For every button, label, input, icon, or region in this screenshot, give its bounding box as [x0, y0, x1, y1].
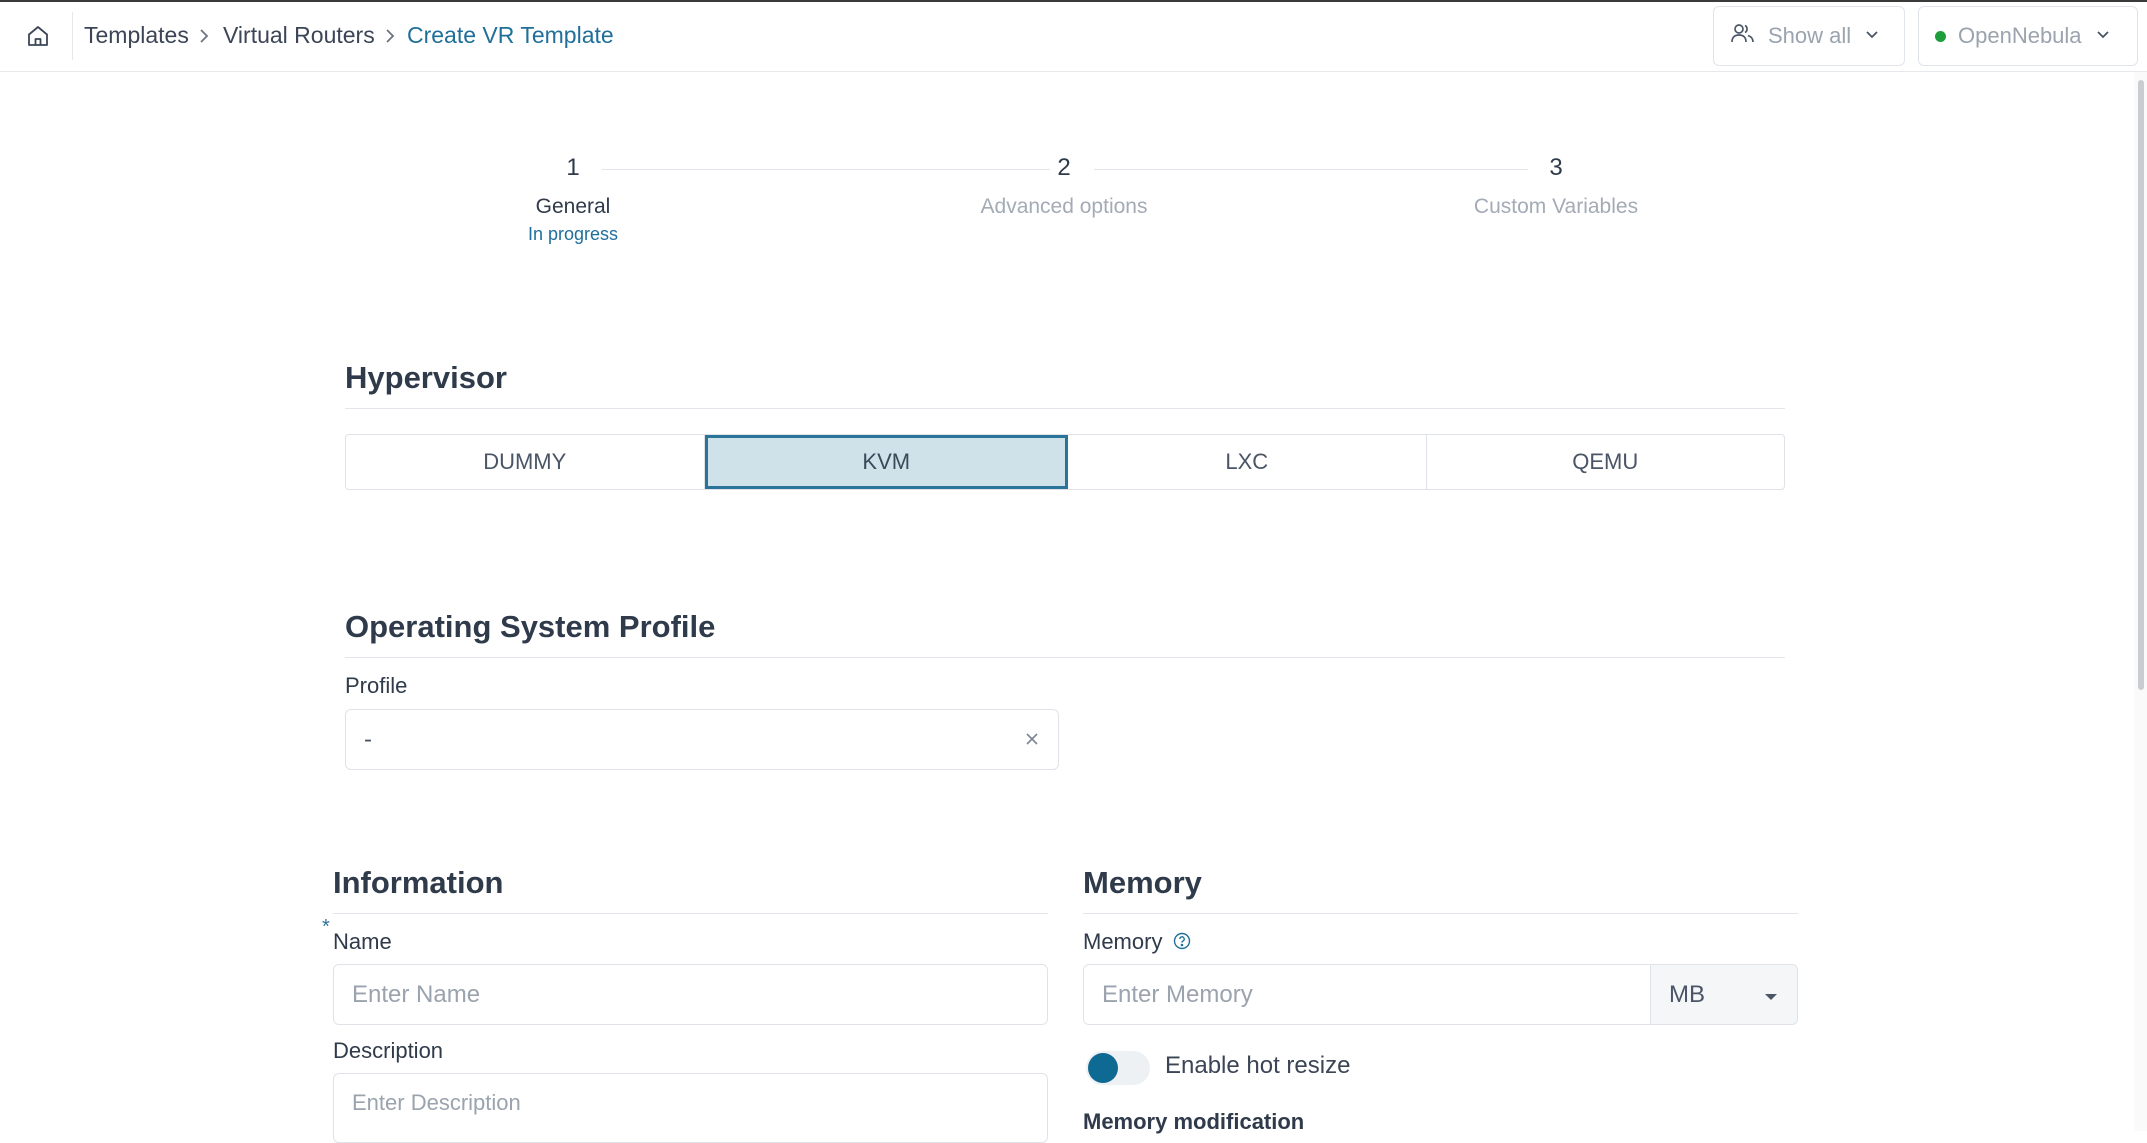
step-1-status: In progress	[527, 224, 619, 244]
required-marker: *	[322, 916, 330, 938]
step-2-number: 2	[1057, 154, 1071, 181]
zone-select[interactable]: OpenNebula	[1918, 6, 2138, 66]
profile-label: Profile	[345, 673, 408, 698]
memory-input[interactable]: Enter Memory	[1083, 964, 1651, 1025]
memory-label: Memory	[1083, 929, 1163, 954]
step-connector	[602, 169, 1050, 170]
scrollbar-thumb[interactable]	[2138, 80, 2144, 690]
memory-unit-value: MB	[1669, 980, 1705, 1008]
section-divider	[333, 913, 1048, 914]
step-1-number: 1	[566, 154, 580, 181]
step-connector	[1094, 169, 1528, 170]
group-select-label: Show all	[1768, 23, 1852, 48]
breadcrumb-templates[interactable]: Templates	[84, 22, 189, 49]
hot-resize-toggle-knob[interactable]	[1088, 1053, 1118, 1083]
chevron-down-icon	[2094, 23, 2112, 49]
description-input[interactable]: Enter Description	[333, 1073, 1048, 1143]
memory-modification-label: Memory modification	[1083, 1109, 1305, 1134]
group-select[interactable]: Show all	[1713, 6, 1905, 66]
hypervisor-kvm-button[interactable]: KVM	[704, 435, 1068, 489]
name-label: Name	[333, 929, 392, 954]
hypervisor-lxc-button[interactable]: LXC	[1068, 435, 1427, 489]
users-icon	[1730, 21, 1756, 51]
profile-select[interactable]: -	[345, 709, 1059, 770]
chevron-right-icon	[194, 26, 214, 46]
section-divider	[1083, 913, 1798, 914]
chevron-down-icon	[1863, 23, 1881, 49]
hot-resize-label: Enable hot resize	[1165, 1052, 1351, 1079]
step-2-label[interactable]: Advanced options	[981, 195, 1148, 219]
memory-placeholder: Enter Memory	[1102, 980, 1253, 1008]
breadcrumb-create-vr-template: Create VR Template	[407, 22, 614, 48]
profile-value: -	[364, 725, 372, 753]
caret-down-icon	[1763, 981, 1779, 1009]
help-icon[interactable]	[1173, 932, 1191, 955]
name-placeholder: Enter Name	[352, 980, 481, 1008]
chevron-right-icon	[380, 26, 400, 46]
name-input[interactable]: Enter Name	[333, 964, 1048, 1025]
section-divider	[345, 657, 1785, 658]
hypervisor-button-group: DUMMY KVM LXC QEMU	[345, 434, 1785, 490]
clear-icon[interactable]	[1024, 726, 1040, 754]
hypervisor-dummy-button[interactable]: DUMMY	[346, 435, 705, 489]
zone-status-dot	[1935, 30, 1946, 42]
description-placeholder: Enter Description	[352, 1090, 521, 1115]
hypervisor-qemu-button[interactable]: QEMU	[1427, 435, 1785, 489]
step-3-label[interactable]: Custom Variables	[1474, 195, 1638, 219]
home-icon[interactable]	[24, 22, 52, 50]
memory-title: Memory	[1083, 865, 1202, 900]
breadcrumb-virtual-routers[interactable]: Virtual Routers	[223, 22, 375, 49]
step-1-label[interactable]: General	[536, 195, 611, 219]
step-3-number: 3	[1549, 154, 1563, 181]
description-label: Description	[333, 1038, 444, 1063]
hypervisor-title: Hypervisor	[345, 360, 507, 395]
section-divider	[345, 408, 1785, 409]
memory-unit-select[interactable]: MB	[1650, 964, 1798, 1025]
divider	[72, 12, 73, 60]
information-title: Information	[333, 865, 504, 900]
os-profile-title: Operating System Profile	[345, 609, 716, 644]
zone-select-label: OpenNebula	[1958, 23, 2082, 48]
